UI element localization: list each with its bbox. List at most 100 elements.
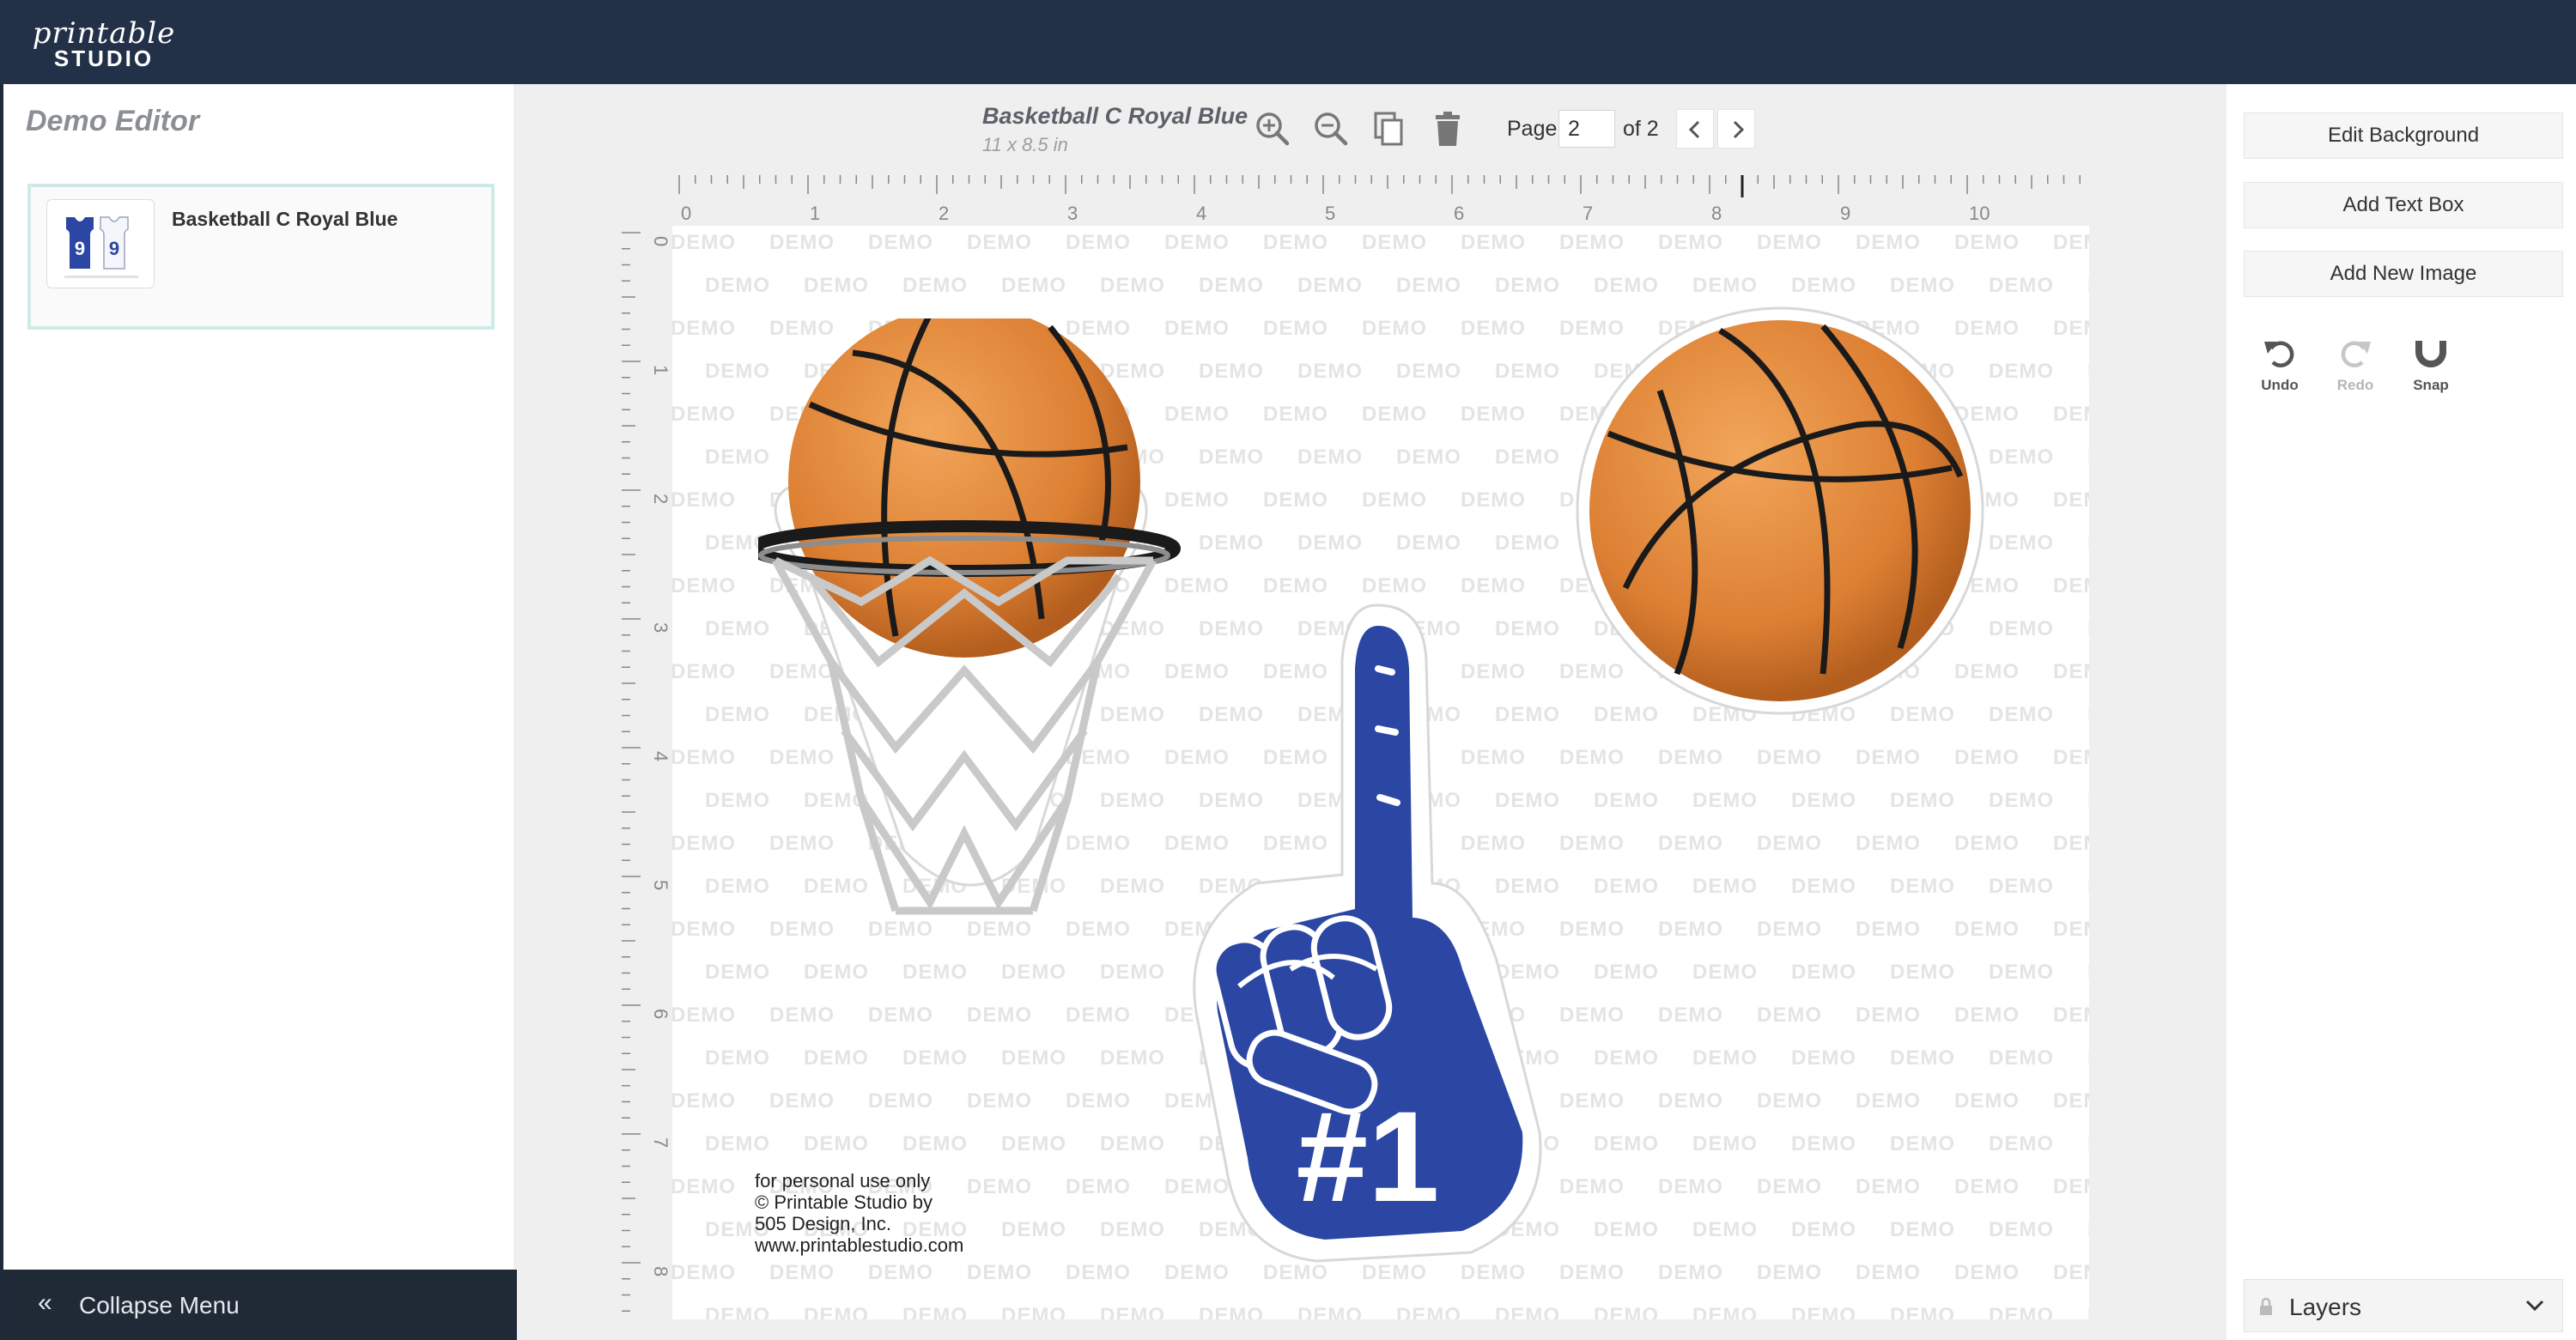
demo-watermark: DEMO (1692, 274, 1758, 297)
foam-finger-sticker[interactable]: #1 (1188, 600, 1565, 1270)
printable-studio-logo[interactable]: printable STUDIO (31, 19, 177, 70)
demo-watermark: DEMO (1001, 274, 1066, 297)
demo-watermark: DEMO (1757, 918, 1822, 941)
ruler-v-label: 2 (650, 494, 671, 504)
ruler-v-label: 1 (650, 365, 671, 375)
page-number-input[interactable] (1558, 110, 1615, 148)
previous-page-button[interactable] (1676, 109, 1714, 149)
demo-watermark: DEMO (1199, 531, 1264, 555)
edit-background-button[interactable]: Edit Background (2244, 112, 2563, 159)
demo-watermark: DEMO (1989, 1132, 2054, 1155)
project-card[interactable]: 9 9 Basketball C Royal Blue (27, 184, 495, 330)
demo-watermark: DEMO (1199, 360, 1264, 383)
demo-watermark: DEMO (1692, 789, 1758, 812)
demo-watermark: DEMO (1954, 918, 2020, 941)
demo-watermark: DEMO (1856, 1175, 1921, 1198)
demo-watermark: DEMO (2087, 1132, 2089, 1156)
layers-dropdown[interactable]: Layers (2244, 1279, 2563, 1332)
demo-watermark: DEMO (1954, 832, 2020, 855)
collapse-menu-button[interactable]: « Collapse Menu (3, 1270, 517, 1340)
credit-line-4: www.printablestudio.com (755, 1234, 964, 1256)
ruler-h-label: 7 (1583, 203, 1593, 224)
demo-watermark: DEMO (1692, 875, 1758, 898)
demo-watermark: DEMO (902, 1046, 968, 1070)
magnet-icon (2415, 335, 2447, 367)
demo-watermark: DEMO (1856, 1089, 1921, 1113)
demo-watermark: DEMO (1757, 746, 1822, 769)
undo-icon (2264, 341, 2294, 367)
demo-watermark: DEMO (1594, 1132, 1659, 1155)
demo-watermark: DEMO (672, 1089, 736, 1113)
right-sidebar: Edit Background Add Text Box Add New Ima… (2227, 84, 2576, 1340)
demo-watermark: DEMO (1362, 403, 1427, 426)
demo-watermark: DEMO (1791, 875, 1856, 898)
jersey-blue-thumb: 9 (66, 217, 94, 269)
demo-watermark: DEMO (1495, 274, 1560, 297)
top-bar: printable STUDIO (0, 0, 2576, 84)
demo-watermark: DEMO (1297, 1304, 1363, 1319)
undo-button[interactable]: Undo (2245, 333, 2314, 394)
demo-watermark: DEMO (1297, 360, 1363, 383)
demo-watermark: DEMO (1890, 1218, 1955, 1241)
demo-watermark: DEMO (1263, 574, 1328, 597)
demo-watermark: DEMO (1954, 1261, 2020, 1284)
add-text-box-button[interactable]: Add Text Box (2244, 182, 2563, 228)
demo-watermark: DEMO (1658, 746, 1723, 769)
demo-watermark: DEMO (1791, 961, 1856, 984)
demo-watermark: DEMO (2053, 574, 2089, 597)
demo-watermark: DEMO (1100, 1132, 1165, 1155)
demo-watermark: DEMO (2087, 703, 2089, 727)
zoom-out-icon[interactable] (1312, 110, 1350, 148)
trash-icon[interactable] (1429, 110, 1467, 148)
basketball-sticker[interactable] (1574, 305, 1986, 717)
demo-watermark: DEMO (1066, 1175, 1131, 1198)
demo-watermark: DEMO (1100, 1218, 1165, 1241)
project-thumbnail: 9 9 (46, 199, 155, 288)
demo-watermark: DEMO (672, 1261, 736, 1284)
demo-watermark: DEMO (1989, 446, 2054, 469)
demo-watermark: DEMO (1362, 231, 1427, 254)
demo-watermark: DEMO (1890, 875, 1955, 898)
demo-watermark: DEMO (1199, 1304, 1264, 1319)
zoom-in-icon[interactable] (1254, 110, 1291, 148)
demo-watermark: DEMO (1594, 789, 1659, 812)
ruler-v-label: 7 (650, 1137, 671, 1148)
credit-line-2: © Printable Studio by (755, 1191, 933, 1213)
snap-button[interactable]: Snap (2397, 333, 2465, 394)
copy-icon[interactable] (1370, 110, 1408, 148)
demo-watermark: DEMO (967, 1261, 1032, 1284)
demo-watermark: DEMO (1757, 1003, 1822, 1027)
demo-watermark: DEMO (1396, 531, 1461, 555)
demo-watermark: DEMO (1954, 1089, 2020, 1113)
demo-watermark: DEMO (1001, 961, 1066, 984)
demo-watermark: DEMO (1263, 231, 1328, 254)
demo-watermark: DEMO (1396, 1304, 1461, 1319)
demo-watermark: DEMO (1856, 1261, 1921, 1284)
chevron-right-icon (1733, 120, 1745, 139)
basketball-hoop-sticker[interactable] (758, 318, 1188, 937)
demo-watermark: DEMO (2053, 317, 2089, 340)
ruler-v-label: 6 (650, 1009, 671, 1019)
design-canvas[interactable]: DEMO DEMO DEMO DEMO DEMO DEMO DEMO DEMO DEMO DEMO… (672, 226, 2089, 1319)
foam-finger-number: #1 (1297, 1084, 1440, 1228)
lock-icon (2260, 1297, 2272, 1315)
demo-watermark: DEMO (868, 1261, 933, 1284)
demo-watermark: DEMO (1594, 961, 1659, 984)
redo-label: Redo (2336, 377, 2374, 393)
demo-watermark: DEMO (1989, 1304, 2054, 1319)
add-new-image-button[interactable]: Add New Image (2244, 251, 2563, 297)
jersey-white-thumb: 9 (100, 216, 129, 270)
demo-watermark: DEMO (1954, 1175, 2020, 1198)
demo-watermark: DEMO (804, 1132, 869, 1155)
thumb-number-1: 9 (75, 238, 85, 259)
demo-watermark: DEMO (1001, 1132, 1066, 1155)
next-page-button[interactable] (1717, 109, 1755, 149)
demo-watermark: DEMO (2087, 617, 2089, 641)
demo-watermark: DEMO (1692, 1218, 1758, 1241)
demo-watermark: DEMO (1396, 446, 1461, 469)
redo-button[interactable]: Redo (2321, 333, 2390, 394)
demo-watermark: DEMO (1856, 746, 1921, 769)
demo-watermark: DEMO (967, 1175, 1032, 1198)
demo-watermark: DEMO (769, 1261, 835, 1284)
chevron-down-icon (2525, 1300, 2544, 1312)
